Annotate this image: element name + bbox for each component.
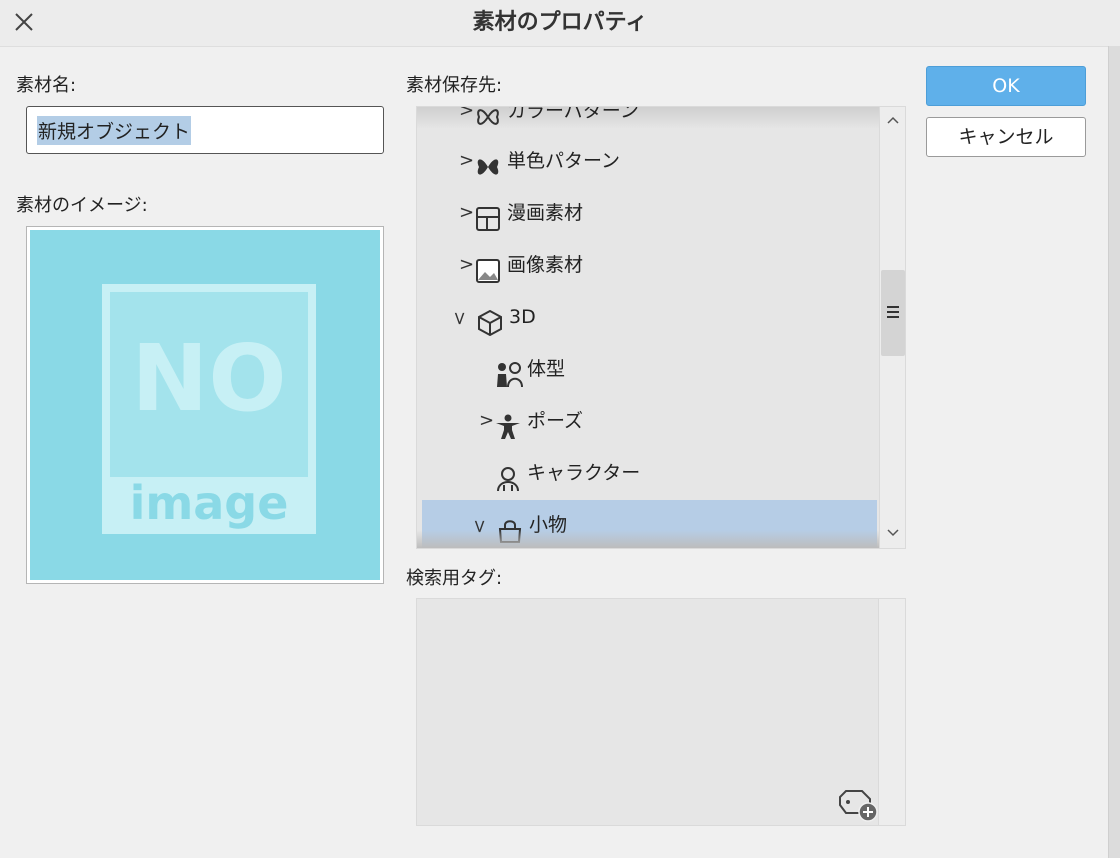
window-edge — [1108, 46, 1120, 858]
search-tags-label: 検索用タグ: — [406, 568, 503, 589]
location-tree[interactable]: > カラーパターン > 単色パターン > 漫画素材 > 画像素材 > 3D 体型… — [416, 106, 906, 549]
tree-item-image-material[interactable]: > 画像素材 — [417, 239, 877, 291]
scrollbar-thumb[interactable] — [881, 270, 905, 356]
tags-scrollbar[interactable] — [878, 599, 905, 825]
chevron-right-icon[interactable]: > — [459, 187, 474, 239]
add-tag-icon[interactable] — [838, 787, 878, 823]
material-name-label: 素材名: — [16, 75, 77, 96]
material-name-input[interactable]: 新規オブジェクト — [26, 106, 384, 154]
no-image-text-small: image — [130, 476, 289, 530]
scroll-up-icon[interactable] — [883, 111, 903, 131]
pose-icon — [495, 408, 521, 439]
tree-item-mono-pattern[interactable]: > 単色パターン — [417, 135, 877, 187]
tree-item-body-type[interactable]: 体型 — [417, 343, 877, 395]
no-image-placeholder: NO image — [30, 230, 380, 580]
tree-item-manga-material[interactable]: > 漫画素材 — [417, 187, 877, 239]
chevron-right-icon[interactable]: > — [459, 239, 474, 291]
ok-button[interactable]: OK — [926, 66, 1086, 106]
window-title: 素材のプロパティ — [472, 10, 648, 35]
scroll-down-icon[interactable] — [883, 524, 903, 544]
tree-scrollbar[interactable] — [879, 107, 905, 548]
butterfly-icon — [475, 148, 501, 175]
chevron-right-icon[interactable]: > — [459, 135, 474, 187]
butterfly-outline-icon — [475, 107, 501, 125]
close-icon[interactable] — [10, 8, 40, 38]
cancel-button[interactable]: キャンセル — [926, 117, 1086, 157]
tree-item-character[interactable]: キャラクター — [417, 447, 877, 499]
material-name-value: 新規オブジェクト — [37, 116, 192, 145]
cube-icon — [477, 304, 503, 337]
manga-frame-icon — [475, 200, 501, 231]
character-icon — [495, 460, 521, 492]
chevron-right-icon[interactable]: > — [459, 107, 474, 137]
chevron-right-icon[interactable]: > — [479, 395, 494, 447]
material-image-label: 素材のイメージ: — [16, 195, 148, 216]
tree-item-3d[interactable]: > 3D — [417, 291, 877, 343]
search-tags-area[interactable] — [416, 598, 906, 826]
tree-item-color-pattern[interactable]: > カラーパターン — [417, 107, 877, 137]
no-image-text-big: NO — [131, 325, 286, 432]
image-icon — [475, 252, 501, 283]
body-type-icon — [495, 356, 523, 388]
material-image-preview[interactable]: NO image — [26, 226, 384, 584]
tree-item-pose[interactable]: > ポーズ — [417, 395, 877, 447]
location-label: 素材保存先: — [406, 75, 503, 96]
